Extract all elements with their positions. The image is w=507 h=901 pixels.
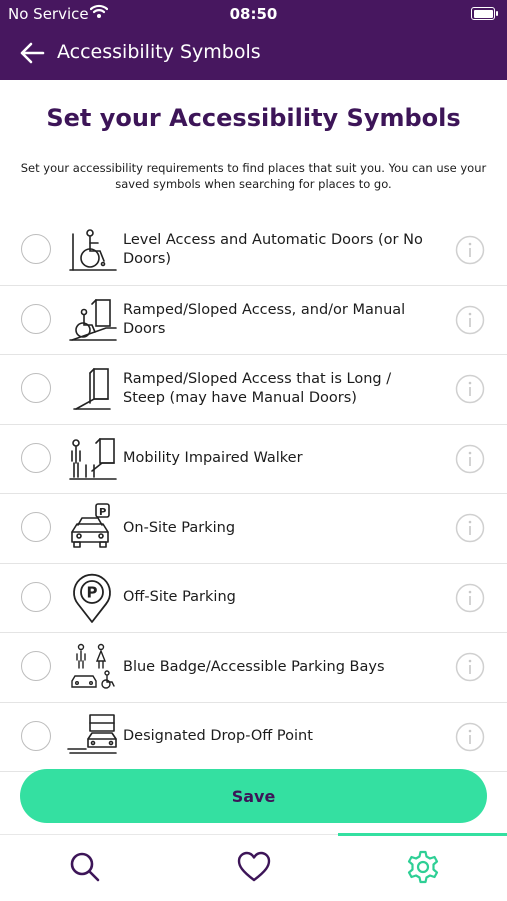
item-label: Designated Drop-Off Point: [123, 728, 313, 744]
gear-icon[interactable]: [403, 847, 443, 887]
info-icon[interactable]: [455, 444, 485, 474]
list-item[interactable]: Designated Drop-Off Point: [0, 703, 507, 772]
save-button[interactable]: Save: [20, 769, 487, 823]
parking-pin-icon: P: [66, 572, 118, 624]
heart-icon[interactable]: [234, 847, 274, 887]
item-label: Mobility Impaired Walker: [123, 450, 303, 466]
car-parking-icon: P: [66, 502, 118, 554]
info-icon[interactable]: [455, 513, 485, 543]
radio-button[interactable]: [21, 651, 51, 681]
radio-button[interactable]: [21, 720, 51, 751]
item-label: Ramped/Sloped Access that is Long / Stee…: [123, 371, 392, 406]
svg-text:P: P: [87, 583, 98, 601]
search-icon[interactable]: [65, 847, 105, 887]
info-icon[interactable]: [455, 235, 485, 265]
drop-off-icon: [66, 711, 118, 763]
list-item[interactable]: Blue Badge/Accessible Parking Bays: [0, 633, 507, 703]
info-icon[interactable]: [455, 722, 485, 752]
list-item[interactable]: Ramped/Sloped Access that is Long / Stee…: [0, 355, 507, 425]
radio-button[interactable]: [21, 442, 51, 473]
nav-title: Accessibility Symbols: [57, 41, 261, 63]
radio-button[interactable]: [21, 512, 51, 542]
radio-button[interactable]: [21, 303, 51, 334]
radio-button[interactable]: [21, 581, 51, 612]
item-label: Ramped/Sloped Access, and/or Manual Door…: [123, 301, 406, 337]
item-label: On-Site Parking: [123, 519, 236, 536]
page-description: Set your accessibility requirements to f…: [20, 161, 487, 191]
wheelchair-ramp-icon: [66, 294, 118, 346]
svg-text:P: P: [99, 507, 106, 518]
steep-ramp-icon: [66, 363, 118, 415]
list-item[interactable]: P On-Site Parking: [0, 494, 507, 564]
blue-badge-icon: [66, 641, 118, 693]
list-item[interactable]: P Off-Site Parking: [0, 564, 507, 633]
active-tab-indicator: [338, 833, 507, 836]
wheelchair-level-access-icon: [66, 224, 118, 276]
info-icon[interactable]: [455, 305, 485, 335]
status-bar: No Service 08:50: [0, 0, 507, 27]
symbol-list: Level Access and Automatic Doors (or No …: [0, 216, 507, 772]
info-icon[interactable]: [455, 652, 485, 682]
clock: 08:50: [229, 5, 278, 23]
info-icon[interactable]: [455, 583, 485, 613]
item-label: Off-Site Parking: [123, 589, 236, 605]
list-item[interactable]: Level Access and Automatic Doors (or No …: [0, 216, 507, 286]
tab-bar: [0, 833, 507, 901]
radio-button[interactable]: [21, 373, 51, 403]
walker-icon: [66, 433, 118, 485]
item-label: Blue Badge/Accessible Parking Bays: [123, 658, 385, 675]
battery-icon: [471, 7, 498, 20]
radio-button[interactable]: [21, 234, 51, 264]
list-item[interactable]: Ramped/Sloped Access, and/or Manual Door…: [0, 286, 507, 355]
page-title: Set your Accessibility Symbols: [46, 104, 461, 132]
back-arrow-icon[interactable]: [18, 39, 46, 67]
navigation-bar: Accessibility Symbols: [0, 27, 507, 80]
info-icon[interactable]: [455, 374, 485, 404]
list-item[interactable]: Mobility Impaired Walker: [0, 425, 507, 494]
item-label: Level Access and Automatic Doors (or No …: [123, 232, 423, 267]
